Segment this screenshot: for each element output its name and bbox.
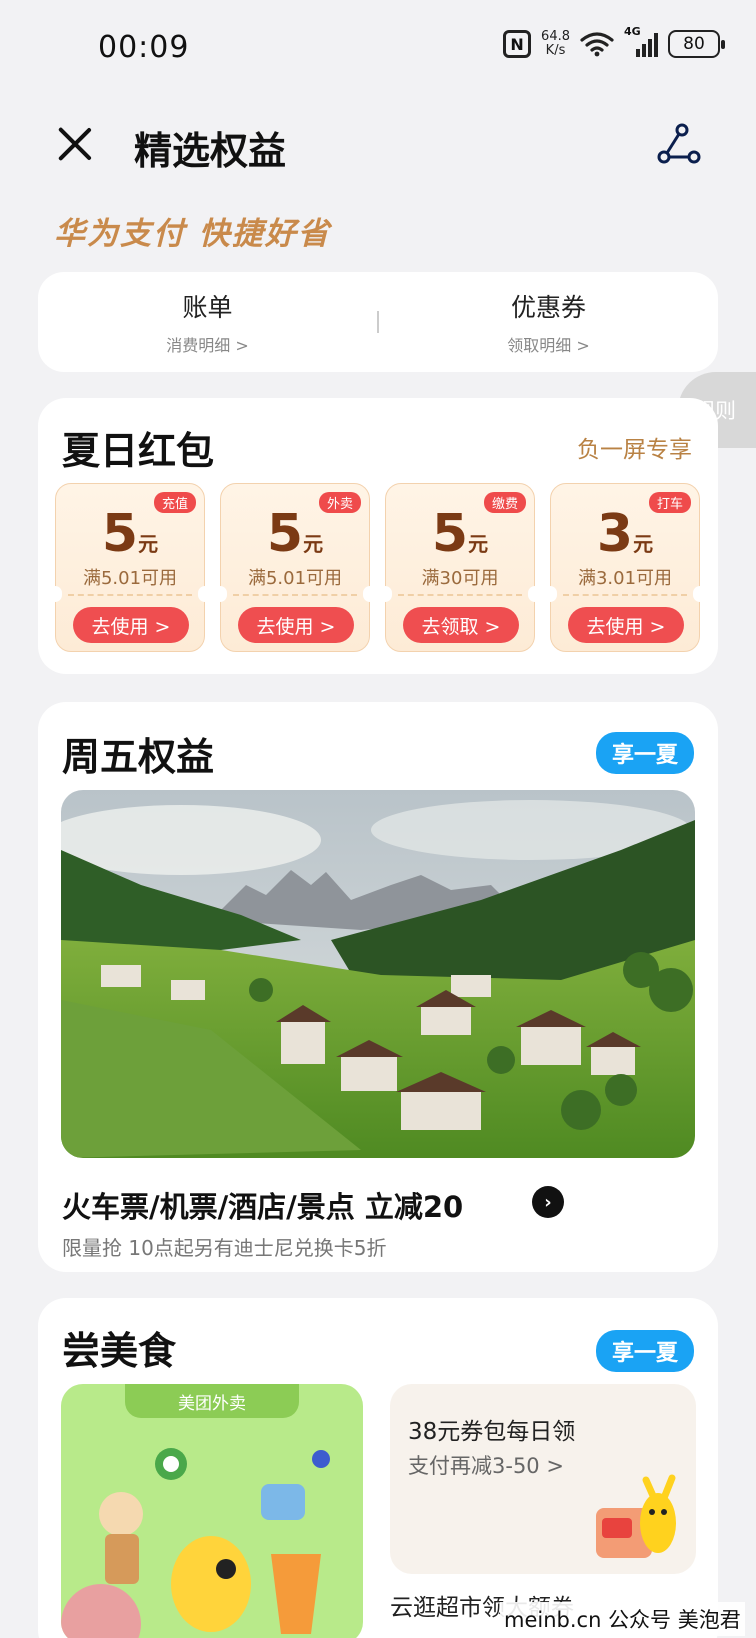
- status-bar: 00:09 N 64.8 K/s 4G 80: [0, 0, 756, 96]
- share-icon[interactable]: [656, 122, 702, 166]
- coupon-amount: 3元: [596, 504, 654, 564]
- network-speed-value: 64.8: [541, 29, 570, 44]
- network-speed-unit: K/s: [545, 43, 566, 58]
- section-title: 夏日红包: [62, 429, 215, 473]
- coupon-item: 外卖 5元 满5.01可用 去使用 >: [213, 483, 377, 652]
- network-speed: 64.8 K/s: [541, 30, 570, 58]
- promo-title[interactable]: 火车票/机票/酒店/景点 立减20: [62, 1184, 463, 1226]
- meituan-takeout-banner[interactable]: 美团外卖: [61, 1384, 363, 1638]
- summer-red-packet-card: 夏日红包 负一屏专享 充值 5元 满5.01可用 去使用 > 外卖 5元 满5.…: [38, 398, 718, 674]
- divider: [398, 594, 522, 596]
- use-coupon-button[interactable]: 去使用 >: [73, 607, 189, 643]
- exclusive-tag: 负一屏专享: [577, 437, 692, 463]
- header: 精选权益: [0, 96, 756, 196]
- battery-level: 80: [683, 34, 705, 54]
- cellular-signal-icon: 4G: [624, 25, 658, 57]
- coupon-item: 充值 5元 满5.01可用 去使用 >: [48, 483, 212, 652]
- coupon-pack-card[interactable]: 38元券包每日领 支付再减3-50 >: [390, 1384, 696, 1574]
- bill-sub: 消费明细 >: [166, 336, 249, 355]
- coupon-condition: 满5.01可用: [247, 568, 343, 589]
- landscape-illustration: [61, 790, 695, 1158]
- coupon-amount: 5元: [266, 504, 324, 564]
- wifi-icon: [580, 32, 614, 57]
- coupon-pack-title: 38元券包每日领: [408, 1419, 576, 1445]
- coupon-amount: 5元: [431, 504, 489, 564]
- network-type: 4G: [624, 25, 641, 38]
- coupon-condition: 满5.01可用: [82, 568, 178, 589]
- coupon-amount: 5元: [101, 504, 159, 564]
- status-icons: N 64.8 K/s 4G 80: [503, 25, 725, 58]
- scenic-banner-image[interactable]: [61, 790, 695, 1158]
- slogan: 华为支付 快捷好省: [54, 216, 331, 252]
- divider: [563, 594, 687, 596]
- bill-coupon-card: 账单 消费明细 > 优惠券 领取明细 >: [38, 272, 718, 372]
- food-benefits-card: 尝美食 享一夏 美团外卖 38元券包每日领 支付再减3-50 > 云逛超市领大额…: [38, 1298, 718, 1638]
- coupon-item: 缴费 5元 满30可用 去领取 >: [378, 483, 542, 652]
- friday-benefits-card: 周五权益 享一夏 火车票/机票/酒店/景点 立减20 › 限量抢 10点起另有迪…: [38, 702, 718, 1272]
- close-icon[interactable]: [56, 124, 94, 162]
- coupon-list: 充值 5元 满5.01可用 去使用 > 外卖 5元 满5.01可用 去使用 > …: [48, 483, 707, 652]
- watermark: meinb.cn 公众号 美泡君: [500, 1602, 745, 1636]
- coupon-item: 打车 3元 满3.01可用 去使用 >: [543, 483, 707, 652]
- summer-pill-badge: 享一夏: [595, 1330, 694, 1372]
- page-title: 精选权益: [134, 129, 287, 173]
- mascot-icon: [596, 1474, 676, 1558]
- coupon-pack-sub: 支付再减3-50 >: [408, 1454, 564, 1478]
- use-coupon-button[interactable]: 去使用 >: [568, 607, 684, 643]
- nfc-icon: N: [503, 30, 532, 58]
- divider: [68, 594, 192, 596]
- bill-entry[interactable]: 账单 消费明细 >: [38, 288, 377, 356]
- status-time: 00:09: [98, 30, 190, 65]
- coupon-entry[interactable]: 优惠券 领取明细 >: [379, 288, 718, 356]
- coupon-sub: 领取明细 >: [507, 336, 590, 355]
- use-coupon-button[interactable]: 去使用 >: [238, 607, 354, 643]
- promo-subtitle: 限量抢 10点起另有迪士尼兑换卡5折: [62, 1236, 387, 1260]
- food-illustration: [61, 1448, 330, 1638]
- section-title: 周五权益: [62, 735, 215, 779]
- claim-coupon-button[interactable]: 去领取 >: [403, 607, 519, 643]
- summer-pill-badge: 享一夏: [595, 732, 694, 774]
- battery-icon: 80: [668, 30, 725, 58]
- coupon-label: 优惠券: [510, 293, 586, 322]
- chevron-right-icon[interactable]: ›: [532, 1186, 564, 1218]
- bill-label: 账单: [182, 293, 233, 322]
- divider: [233, 594, 357, 596]
- coupon-condition: 满30可用: [421, 568, 499, 589]
- coupon-condition: 满3.01可用: [577, 568, 673, 589]
- section-title: 尝美食: [62, 1329, 177, 1373]
